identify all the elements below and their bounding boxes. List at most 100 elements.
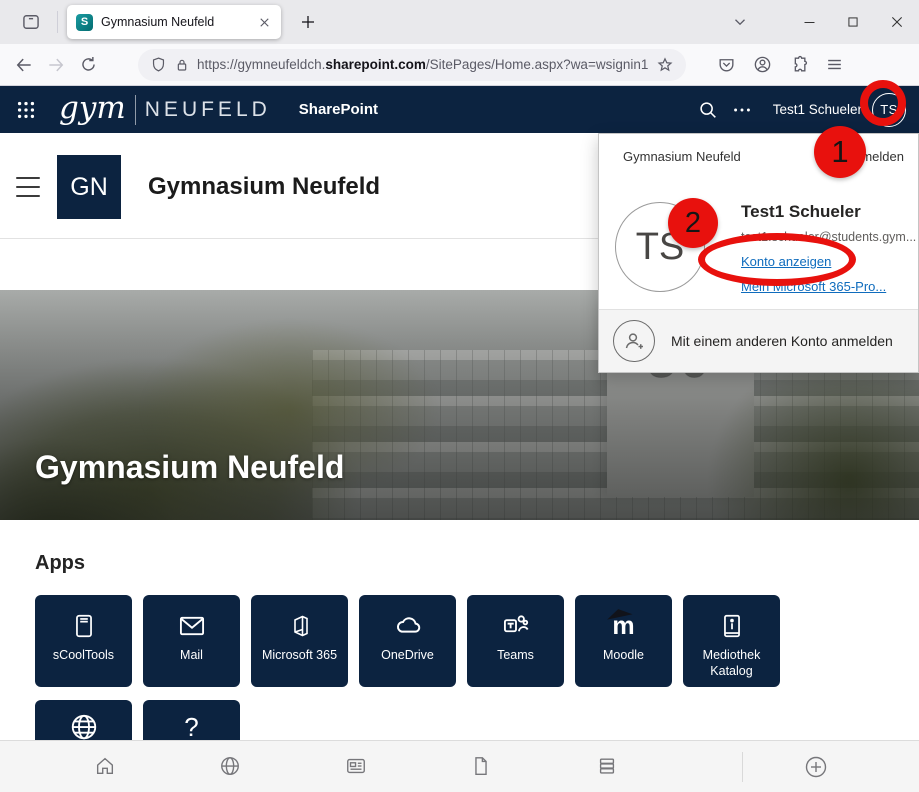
site-logo[interactable]: GN (57, 155, 121, 219)
browser-toolbar: https://gymneufeldch.sharepoint.com/Site… (0, 44, 919, 86)
mail-icon (178, 612, 206, 640)
file-icon (470, 755, 492, 777)
firefox-view-button[interactable] (14, 7, 48, 37)
app-tile-moodle[interactable]: m Moodle (575, 595, 672, 687)
puzzle-icon (789, 55, 808, 74)
footer-pages-button[interactable] (470, 755, 492, 777)
teams-icon (502, 612, 530, 640)
org-logo-caps: NEUFELD (145, 98, 271, 122)
plus-icon (299, 13, 317, 31)
reload-icon (79, 55, 98, 74)
footer-home-button[interactable] (94, 755, 116, 777)
globe-icon (69, 712, 99, 742)
plus-circle-icon (804, 755, 828, 779)
waffle-icon (15, 99, 37, 121)
titlebar-separator (57, 11, 58, 33)
new-tab-button[interactable] (293, 7, 323, 37)
app-tile-onedrive[interactable]: OneDrive (359, 595, 456, 687)
dropdown-top-row: Gymnasium Neufeld Abmelden (599, 134, 918, 164)
pocket-icon (717, 55, 736, 74)
pocket-button[interactable] (710, 49, 742, 81)
window-minimize-button[interactable] (787, 0, 831, 44)
chevron-down-icon (731, 13, 749, 31)
app-tile-microsoft365[interactable]: Microsoft 365 (251, 595, 348, 687)
url-text: https://gymneufeldch.sharepoint.com/Site… (197, 57, 649, 72)
panel-user-name: Test1 Schueler (741, 202, 861, 222)
app-tile-mail[interactable]: Mail (143, 595, 240, 687)
footer-news-button[interactable] (345, 755, 367, 777)
news-card-icon (345, 755, 367, 777)
reload-button[interactable] (72, 49, 104, 81)
switch-account-row[interactable]: Mit einem anderen Konto anmelden (599, 309, 918, 372)
forward-arrow-icon (46, 55, 66, 75)
org-logo-script: gym (59, 90, 126, 126)
app-tile-teams[interactable]: Teams (467, 595, 564, 687)
window-maximize-button[interactable] (831, 0, 875, 44)
apps-heading: Apps (35, 552, 919, 575)
book-info-icon (719, 613, 745, 639)
question-icon: ? (184, 712, 198, 743)
app-menu-button[interactable] (818, 49, 850, 81)
apps-section: Apps sCoolTools Mail Microsoft 365 OneDr… (0, 520, 919, 742)
annotation-circle-avatar (860, 80, 906, 126)
sharepoint-label[interactable]: SharePoint (299, 101, 378, 118)
account-button[interactable] (746, 49, 778, 81)
back-button[interactable] (8, 49, 40, 81)
bookmark-star-icon[interactable] (656, 56, 674, 74)
stack-icon (596, 755, 618, 777)
annotation-step-1-badge: 1 (814, 126, 866, 178)
footer-documents-button[interactable] (596, 755, 618, 777)
account-icon (753, 55, 772, 74)
annotation-step-2-badge: 2 (668, 198, 718, 248)
list-all-tabs-button[interactable] (731, 13, 749, 31)
app-tile-label: Moodle (603, 647, 644, 663)
footer-divider (742, 752, 743, 782)
apps-tile-row: sCoolTools Mail Microsoft 365 OneDrive T… (35, 595, 919, 687)
globe-icon (219, 755, 241, 777)
close-icon (889, 14, 905, 30)
app-tile-label: Microsoft 365 (262, 647, 337, 663)
minimize-icon (802, 15, 817, 30)
tracking-shield-icon[interactable] (150, 56, 167, 73)
url-bar[interactable]: https://gymneufeldch.sharepoint.com/Site… (138, 49, 686, 81)
switch-account-label: Mit einem anderen Konto anmelden (671, 333, 893, 349)
browser-titlebar: S Gymnasium Neufeld (0, 0, 919, 44)
book-icon (71, 613, 97, 639)
window-close-button[interactable] (875, 0, 919, 44)
org-logo-separator (135, 95, 136, 125)
tab-close-icon[interactable] (257, 15, 272, 30)
footer-globe-button[interactable] (219, 755, 241, 777)
annotation-ellipse-konto-anzeigen (698, 233, 856, 286)
browser-window: S Gymnasium Neufeld (0, 0, 919, 792)
person-add-icon (622, 329, 646, 353)
lock-icon[interactable] (174, 57, 190, 73)
site-title[interactable]: Gymnasium Neufeld (148, 173, 380, 201)
back-arrow-icon (14, 55, 34, 75)
app-tile-label: sCoolTools (53, 647, 114, 663)
microsoft365-icon (288, 614, 312, 638)
header-user-name: Test1 Schueler (773, 102, 862, 117)
more-options-button[interactable] (725, 93, 759, 127)
app-tile-label: Mediothek Katalog (689, 647, 775, 680)
site-nav-hamburger-button[interactable] (16, 177, 40, 197)
footer-add-button[interactable] (804, 755, 828, 779)
firefox-view-icon (21, 12, 41, 32)
menu-icon (825, 55, 844, 74)
search-icon (697, 99, 719, 121)
forward-button[interactable] (40, 49, 72, 81)
app-tile-mediothek[interactable]: Mediothek Katalog (683, 595, 780, 687)
search-button[interactable] (691, 93, 725, 127)
app-tile-label: OneDrive (381, 647, 434, 663)
home-icon (94, 755, 116, 777)
moodle-icon: m (612, 614, 634, 639)
sharepoint-favicon: S (76, 14, 93, 31)
browser-tab[interactable]: S Gymnasium Neufeld (67, 5, 281, 39)
maximize-icon (846, 15, 860, 29)
extensions-button[interactable] (782, 49, 814, 81)
app-tile-scooltools[interactable]: sCoolTools (35, 595, 132, 687)
hero-title: Gymnasium Neufeld (35, 449, 344, 486)
app-launcher-button[interactable] (13, 97, 39, 123)
sharepoint-suite-header: gym NEUFELD SharePoint Test1 Schueler TS (0, 86, 919, 133)
app-tile-label: Teams (497, 647, 534, 663)
footer-nav (0, 740, 919, 792)
